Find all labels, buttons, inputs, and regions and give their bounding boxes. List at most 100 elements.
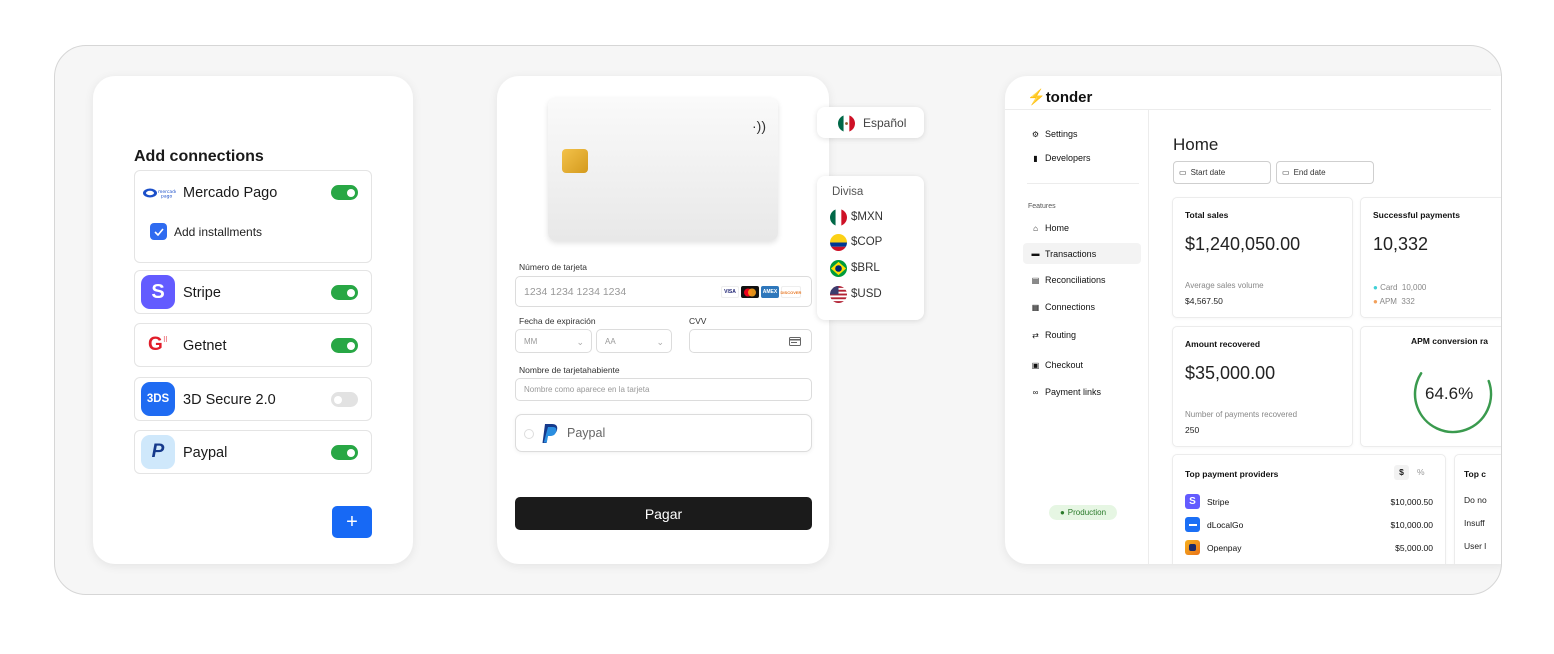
card-chip-icon bbox=[562, 149, 588, 173]
brazil-flag-icon bbox=[830, 260, 847, 277]
paypal-option-label: Paypal bbox=[567, 426, 606, 440]
percent-toggle-button[interactable]: % bbox=[1417, 465, 1425, 480]
calendar-icon: ▭ bbox=[1179, 168, 1187, 177]
add-connection-button[interactable]: + bbox=[332, 506, 372, 538]
sidebar-item-checkout[interactable]: ▣ Checkout bbox=[1031, 360, 1083, 370]
installments-checkbox[interactable] bbox=[150, 223, 167, 240]
cvv-input[interactable] bbox=[689, 329, 812, 353]
amex-icon: AMEX bbox=[761, 286, 779, 298]
connections-panel: Add connections mercado pago Mercado Pago… bbox=[93, 76, 413, 564]
getnet-logo-icon: G ⠿ bbox=[148, 334, 168, 355]
sidebar-item-routing[interactable]: ⇄ Routing bbox=[1031, 330, 1076, 340]
getnet-toggle[interactable] bbox=[331, 338, 358, 353]
amount-recovered-card: Amount recovered $35,000.00 Number of pa… bbox=[1172, 326, 1353, 447]
showcase-frame: Add connections mercado pago Mercado Pago… bbox=[54, 45, 1502, 595]
sidebar-divider bbox=[1148, 109, 1149, 564]
home-icon: ⌂ bbox=[1033, 223, 1038, 233]
card-icon: ▬ bbox=[1031, 249, 1040, 258]
mastercard-icon bbox=[741, 286, 759, 298]
visa-icon: VISA bbox=[721, 286, 739, 298]
sidebar-item-reconciliations[interactable]: ▤ Reconciliations bbox=[1031, 275, 1106, 285]
cvv-card-icon bbox=[789, 337, 801, 346]
apm-legend: ● APM 332 bbox=[1373, 297, 1415, 306]
dlocalgo-icon bbox=[1185, 517, 1200, 532]
sidebar-item-connections[interactable]: ▦ Connections bbox=[1031, 302, 1095, 312]
openpay-icon bbox=[1185, 540, 1200, 555]
stripe-logo-icon: S bbox=[141, 275, 175, 309]
checkout-panel: ·)) Número de tarjeta 1234 1234 1234 123… bbox=[497, 76, 829, 564]
successful-payments-value: 10,332 bbox=[1373, 234, 1429, 254]
currency-toggle-button[interactable]: $ bbox=[1394, 465, 1409, 480]
year-select[interactable]: AA ⌄ bbox=[596, 329, 672, 353]
stripe-toggle[interactable] bbox=[331, 285, 358, 300]
sidebar-separator bbox=[1027, 183, 1139, 184]
paypal-icon bbox=[542, 424, 558, 443]
paypal-toggle[interactable] bbox=[331, 445, 358, 460]
bag-icon: ▣ bbox=[1031, 360, 1040, 370]
top-providers-card: Top payment providers $ % S Stripe $10,000… bbox=[1172, 454, 1446, 564]
total-sales-value: $1,240,050.00 bbox=[1185, 234, 1301, 254]
connection-name: Getnet bbox=[183, 338, 227, 354]
holder-name-input[interactable]: Nombre como aparece en la tarjeta bbox=[515, 378, 812, 401]
reconcile-icon: ▤ bbox=[1031, 275, 1040, 285]
start-date-input[interactable]: ▭ Start date bbox=[1173, 161, 1271, 184]
cvv-label: CVV bbox=[689, 316, 707, 326]
sidebar-item-home[interactable]: ⌂ Home bbox=[1031, 223, 1069, 233]
mercado-pago-toggle[interactable] bbox=[331, 185, 358, 200]
connection-mercado-pago: mercado pago Mercado Pago Add installment… bbox=[134, 170, 372, 263]
bolt-icon: ⚡ bbox=[1027, 89, 1046, 106]
environment-badge: ● Production bbox=[1049, 505, 1117, 520]
gear-icon: ⚙ bbox=[1031, 129, 1040, 139]
pay-button[interactable]: Pagar bbox=[515, 497, 812, 530]
card-number-label: Número de tarjeta bbox=[519, 262, 588, 272]
paypal-radio[interactable] bbox=[524, 429, 534, 439]
card-number-input[interactable]: 1234 1234 1234 1234 VISA AMEX DISCOVER bbox=[515, 276, 812, 307]
routing-icon: ⇄ bbox=[1032, 330, 1039, 340]
month-select[interactable]: MM ⌄ bbox=[515, 329, 592, 353]
connection-3d-secure: 3DS 3D Secure 2.0 bbox=[134, 377, 372, 421]
header-divider bbox=[1005, 109, 1491, 110]
3d-secure-toggle[interactable] bbox=[331, 392, 358, 407]
grid-icon: ▦ bbox=[1031, 302, 1040, 312]
sidebar-item-settings[interactable]: ⚙ Settings bbox=[1031, 129, 1078, 139]
sidebar-item-payment-links[interactable]: ∞ Payment links bbox=[1031, 387, 1101, 397]
paypal-option[interactable]: Paypal bbox=[515, 414, 812, 452]
contactless-icon: ·)) bbox=[752, 118, 766, 134]
total-sales-card: Total sales $1,240,050.00 Average sales … bbox=[1172, 197, 1353, 318]
connection-stripe: S Stripe bbox=[134, 270, 372, 314]
connection-name: 3D Secure 2.0 bbox=[183, 392, 276, 408]
apm-conversion-value: 64.6% bbox=[1425, 384, 1474, 403]
top-decline-card: Top c Do no Insuff User l bbox=[1454, 454, 1501, 564]
brand-logo: ⚡tonder bbox=[1027, 89, 1093, 106]
holder-label: Nombre de tarjetahabiente bbox=[519, 365, 620, 375]
mexico-flag-icon bbox=[830, 209, 847, 226]
sidebar-item-developers[interactable]: ▮ Developers bbox=[1031, 153, 1090, 163]
discover-icon: DISCOVER bbox=[781, 286, 801, 298]
dashboard-panel: ⚡tonder ⚙ Settings ▮ Developers Features ⌂… bbox=[1005, 76, 1501, 564]
svg-text:pago: pago bbox=[161, 195, 172, 200]
calendar-icon: ▭ bbox=[1282, 168, 1290, 177]
chevron-down-icon: ⌄ bbox=[576, 337, 584, 347]
language-label: Español bbox=[863, 116, 907, 130]
card-illustration: ·)) bbox=[548, 98, 778, 241]
successful-payments-card: Successful payments 10,332 ● Card 10,000… bbox=[1360, 197, 1501, 318]
connection-paypal: P Paypal bbox=[134, 430, 372, 474]
sidebar-item-transactions[interactable]: ▬ Transactions bbox=[1023, 243, 1141, 264]
document-icon: ▮ bbox=[1033, 153, 1038, 163]
mexico-flag-icon bbox=[838, 115, 855, 132]
card-legend: ● Card 10,000 bbox=[1373, 283, 1427, 292]
chevron-down-icon: ⌄ bbox=[656, 337, 664, 347]
amount-recovered-value: $35,000.00 bbox=[1185, 363, 1276, 383]
connection-name: Stripe bbox=[183, 285, 221, 301]
apm-conversion-card: APM conversion ra 64.6% bbox=[1360, 326, 1501, 447]
connections-title: Add connections bbox=[134, 148, 264, 165]
language-selector[interactable]: Español bbox=[817, 107, 924, 138]
connection-name: Paypal bbox=[183, 445, 228, 461]
connection-name: Mercado Pago bbox=[183, 185, 278, 201]
provider-row-stripe: S Stripe $10,000.50 bbox=[1185, 494, 1433, 509]
features-label: Features bbox=[1028, 203, 1056, 210]
end-date-input[interactable]: ▭ End date bbox=[1276, 161, 1374, 184]
page-title: Home bbox=[1173, 135, 1219, 154]
stripe-icon: S bbox=[1185, 494, 1200, 509]
colombia-flag-icon bbox=[830, 234, 847, 251]
